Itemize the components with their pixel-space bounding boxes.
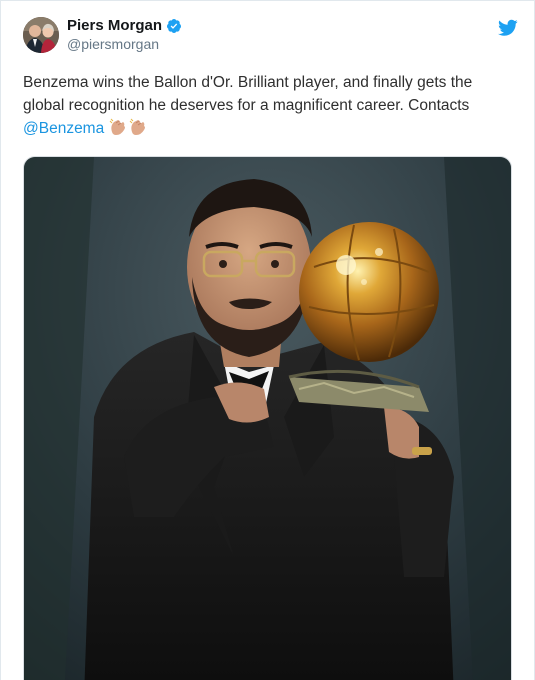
tweet-card: Piers Morgan @piersmorgan Benzema wins t… [0, 0, 535, 680]
author-handle[interactable]: @piersmorgan [67, 36, 159, 53]
tweet-text: Benzema wins the Ballon d'Or. Brilliant … [23, 71, 518, 143]
author-name-row: Piers Morgan [67, 17, 182, 35]
tweet-text-line-3: @Benzema [23, 117, 518, 143]
tweet-header: Piers Morgan @piersmorgan [23, 17, 518, 57]
verified-badge-icon [166, 18, 182, 34]
clapping-hands-icon [109, 118, 149, 143]
tweet-media-photo[interactable] [23, 156, 512, 680]
author-display-name[interactable]: Piers Morgan [67, 17, 162, 35]
twitter-bird-icon[interactable] [498, 19, 518, 37]
mention-link[interactable]: @Benzema [23, 120, 104, 137]
ballon-dor-photo [24, 157, 511, 680]
tweet-text-line-2: global recognition he deserves for a mag… [23, 97, 470, 114]
tweet-text-line-1: Benzema wins the Ballon d'Or. Brilliant … [23, 74, 473, 91]
author-avatar[interactable] [23, 17, 59, 53]
